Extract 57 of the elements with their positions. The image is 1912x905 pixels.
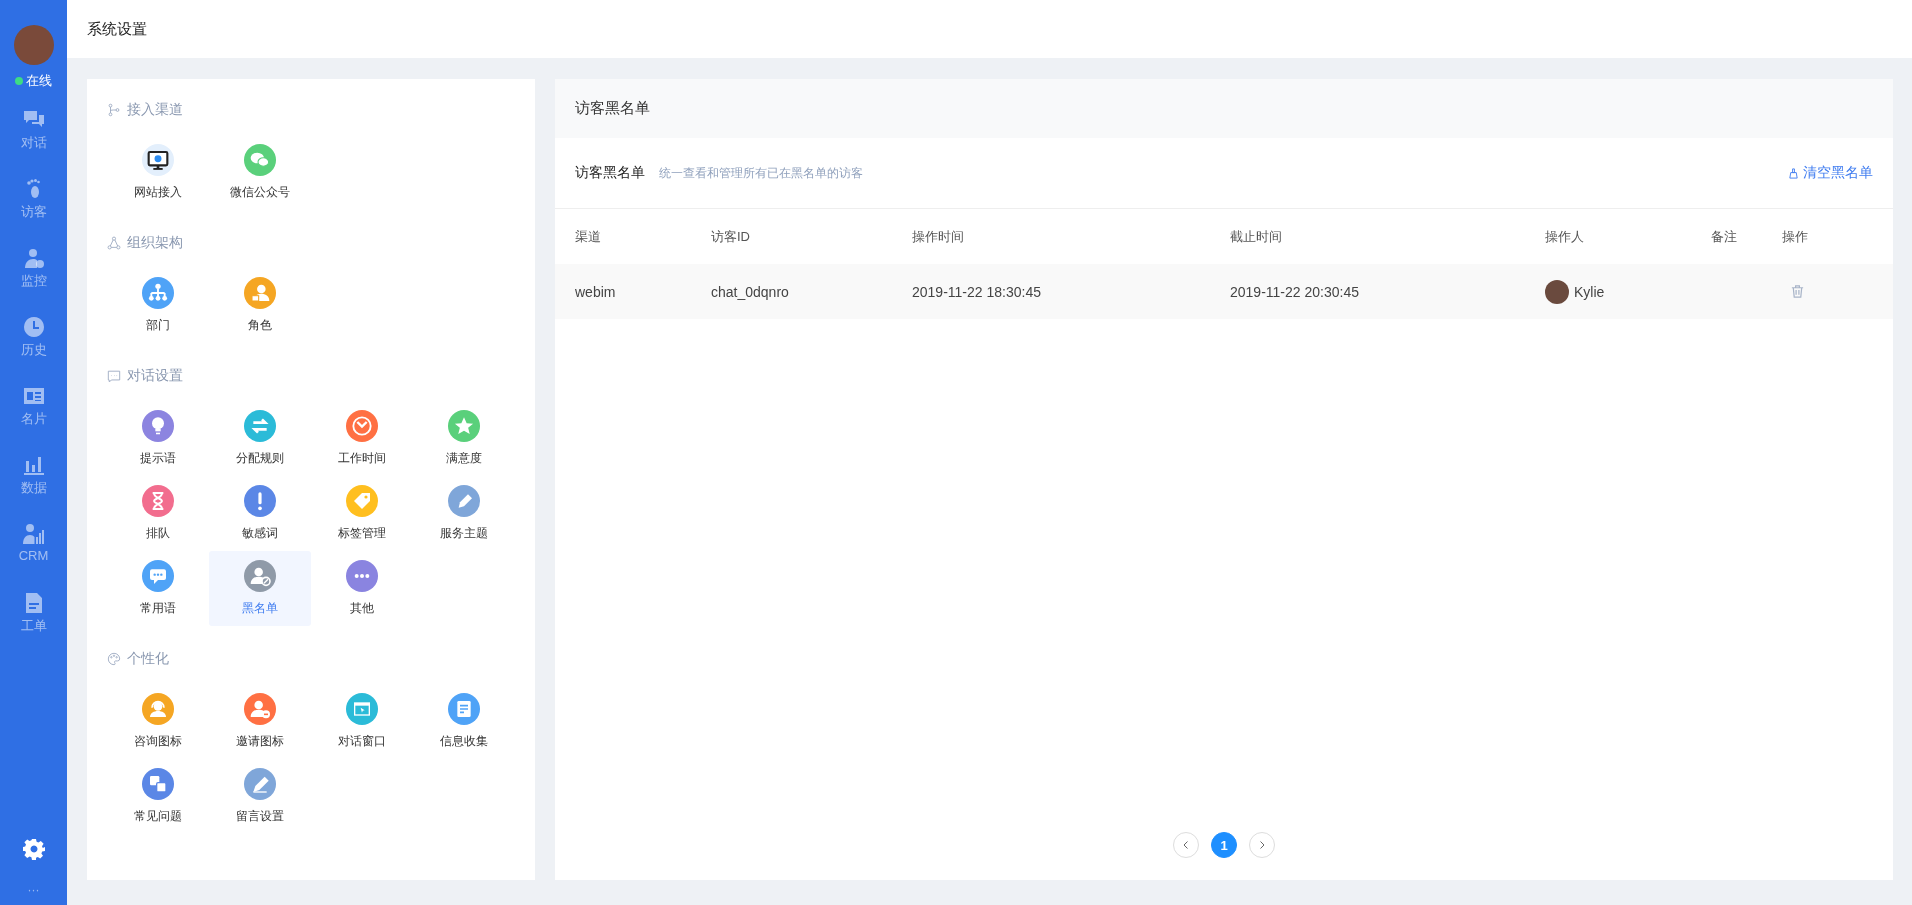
status-label: 在线: [26, 72, 52, 90]
toolbar-title: 访客黑名单: [575, 164, 645, 182]
previous-page-button[interactable]: [1173, 832, 1199, 858]
settings-item[interactable]: 分配规则: [209, 401, 311, 476]
table-cell-text: webim: [575, 283, 617, 300]
branch-icon: [107, 103, 121, 117]
chevron-right-icon: [1257, 840, 1267, 850]
settings-item[interactable]: 排队: [107, 476, 209, 551]
settings-item[interactable]: 网站接入: [107, 135, 209, 210]
settings-item[interactable]: 对话窗口: [311, 684, 413, 759]
user-avatar[interactable]: [13, 25, 54, 65]
settings-item[interactable]: 信息收集: [413, 684, 515, 759]
table-cell-text: 2019-11-22 18:30:45: [912, 283, 1042, 300]
chevron-left-icon: [1181, 840, 1191, 850]
settings-item[interactable]: 咨询图标: [107, 684, 209, 759]
column-header: 访客ID: [711, 227, 751, 246]
settings-icon[interactable]: [21, 837, 46, 861]
settings-item[interactable]: 常见问题: [107, 759, 209, 834]
settings-item[interactable]: 微信公众号: [209, 135, 311, 210]
settings-item[interactable]: 敏感词: [209, 476, 311, 551]
table-cell-text: 2019-11-22 20:30:45: [1230, 283, 1360, 300]
settings-item[interactable]: 角色: [209, 268, 311, 343]
column-header: 操作时间: [912, 227, 965, 246]
settings-item[interactable]: 黑名单: [209, 551, 311, 626]
settings-item[interactable]: 部门: [107, 268, 209, 343]
operator-name: Kylie: [1574, 283, 1605, 300]
panel-title: 访客黑名单: [575, 99, 650, 118]
settings-item[interactable]: 留言设置: [209, 759, 311, 834]
toolbar-hint: 统一查看和管理所有已在黑名单的访客: [659, 164, 863, 182]
broom-icon: [1788, 167, 1799, 179]
settings-item[interactable]: 满意度: [413, 401, 515, 476]
settings-item[interactable]: 工作时间: [311, 401, 413, 476]
settings-item[interactable]: 服务主题: [413, 476, 515, 551]
settings-item[interactable]: 邀请图标: [209, 684, 311, 759]
next-page-button[interactable]: [1249, 832, 1275, 858]
table-cell-text: chat_0dqnro: [711, 283, 790, 300]
clock-icon: [21, 315, 46, 339]
section-title: 个性化: [127, 650, 169, 668]
settings-item[interactable]: 提示语: [107, 401, 209, 476]
column-header: 操作: [1782, 227, 1809, 246]
settings-item[interactable]: 常用语: [107, 551, 209, 626]
palette-icon: [107, 652, 121, 666]
settings-item[interactable]: 其他: [311, 551, 413, 626]
column-header: 截止时间: [1230, 227, 1283, 246]
clear-blacklist-link[interactable]: 清空黑名单: [1788, 164, 1873, 182]
section-title: 对话设置: [127, 367, 183, 385]
column-header: 备注: [1711, 227, 1738, 246]
bubble-icon: [107, 369, 121, 383]
trash-icon[interactable]: [1790, 284, 1805, 299]
section-title: 组织架构: [127, 234, 183, 252]
column-header: 操作人: [1545, 227, 1585, 246]
network-icon: [107, 236, 121, 250]
settings-item[interactable]: 标签管理: [311, 476, 413, 551]
column-header: 渠道: [575, 227, 602, 246]
section-title: 接入渠道: [127, 101, 183, 119]
operator-avatar: [1545, 279, 1569, 304]
page-title: 系统设置: [87, 19, 147, 39]
